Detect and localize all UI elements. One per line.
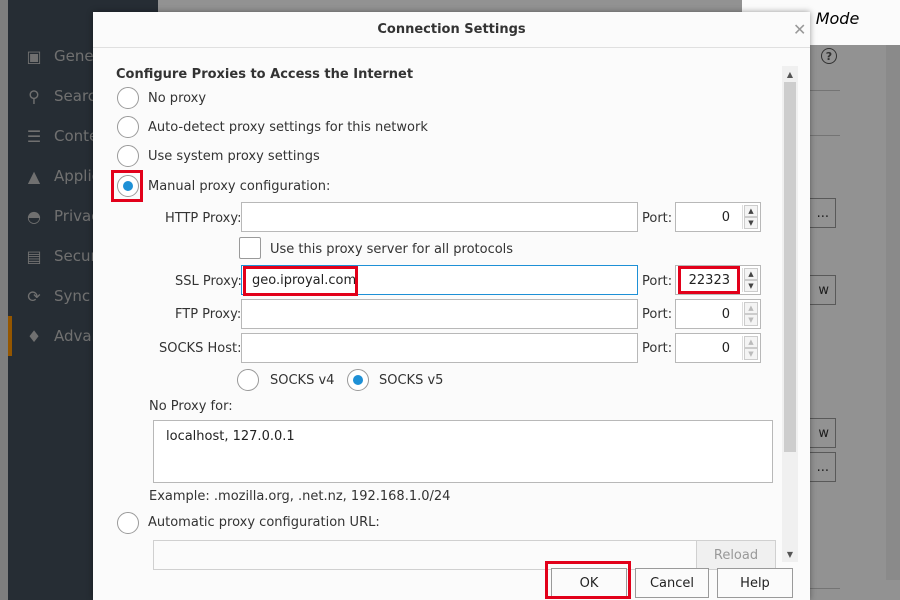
close-icon[interactable]: ✕ xyxy=(793,20,806,39)
decrement-icon[interactable]: ▼ xyxy=(744,314,758,326)
socks-host-label: SOCKS Host: xyxy=(159,341,242,356)
socks-port-value: 0 xyxy=(721,341,730,356)
ftp-port-label: Port: xyxy=(642,307,673,322)
ftp-proxy-label: FTP Proxy: xyxy=(175,307,242,322)
increment-icon[interactable]: ▲ xyxy=(744,336,758,348)
http-port-value: 0 xyxy=(721,210,730,225)
system-proxy-label: Use system proxy settings xyxy=(148,149,320,164)
page-scrollbar[interactable] xyxy=(886,45,900,580)
scroll-down-icon[interactable]: ▼ xyxy=(784,548,796,560)
ssl-port-value: 22323 xyxy=(688,273,730,288)
auto-config-url-label: Automatic proxy configuration URL: xyxy=(148,515,380,530)
ssl-proxy-input[interactable]: geo.iproyal.com xyxy=(241,265,638,295)
dialog-title: Connection Settings xyxy=(93,12,810,48)
ftp-port-stepper[interactable]: 0 ▲ ▼ xyxy=(675,299,761,329)
help-button[interactable]: Help xyxy=(717,568,793,598)
ssl-port-label: Port: xyxy=(642,274,673,289)
auto-config-url-input[interactable] xyxy=(153,540,773,570)
cancel-button[interactable]: Cancel xyxy=(635,568,709,598)
decrement-icon[interactable]: ▼ xyxy=(744,348,758,360)
ftp-port-value: 0 xyxy=(721,307,730,322)
ok-button[interactable]: OK xyxy=(551,568,627,598)
auto-detect-label: Auto-detect proxy settings for this netw… xyxy=(148,120,428,135)
use-for-all-label: Use this proxy server for all protocols xyxy=(270,242,514,257)
use-for-all-checkbox[interactable] xyxy=(239,237,261,259)
socks-host-input[interactable] xyxy=(241,333,638,363)
socks-v5-radio[interactable] xyxy=(347,369,369,391)
http-proxy-label: HTTP Proxy: xyxy=(165,211,242,226)
socks-v4-label: SOCKS v4 xyxy=(270,373,335,388)
section-heading: Configure Proxies to Access the Internet xyxy=(116,67,414,82)
decrement-icon[interactable]: ▼ xyxy=(744,217,758,229)
socks-port-label: Port: xyxy=(642,341,673,356)
connection-settings-dialog: Connection Settings ✕ Configure Proxies … xyxy=(93,12,810,600)
http-proxy-input[interactable] xyxy=(241,202,638,232)
ssl-port-stepper[interactable]: 22323 ▲ ▼ xyxy=(675,265,761,295)
ssl-proxy-label: SSL Proxy: xyxy=(175,274,242,289)
system-proxy-radio[interactable] xyxy=(117,145,139,167)
increment-icon[interactable]: ▲ xyxy=(744,302,758,314)
scroll-up-icon[interactable]: ▲ xyxy=(784,68,796,80)
no-proxy-for-label: No Proxy for: xyxy=(149,399,233,414)
manual-proxy-radio[interactable] xyxy=(117,175,139,197)
scroll-thumb[interactable] xyxy=(784,82,796,452)
example-hint: Example: .mozilla.org, .net.nz, 192.168.… xyxy=(149,489,451,504)
socks-port-stepper[interactable]: 0 ▲ ▼ xyxy=(675,333,761,363)
dialog-scrollbar[interactable]: ▲ ▼ xyxy=(782,66,798,562)
http-port-label: Port: xyxy=(642,211,673,226)
reload-button[interactable]: Reload xyxy=(696,540,776,570)
decrement-icon[interactable]: ▼ xyxy=(744,280,758,292)
no-proxy-label: No proxy xyxy=(148,91,207,106)
increment-icon[interactable]: ▲ xyxy=(744,268,758,280)
manual-proxy-label: Manual proxy configuration: xyxy=(148,179,331,194)
http-port-stepper[interactable]: 0 ▲ ▼ xyxy=(675,202,761,232)
socks-v5-label: SOCKS v5 xyxy=(379,373,444,388)
auto-config-url-radio[interactable] xyxy=(117,512,139,534)
no-proxy-radio[interactable] xyxy=(117,87,139,109)
socks-v4-radio[interactable] xyxy=(237,369,259,391)
auto-detect-radio[interactable] xyxy=(117,116,139,138)
increment-icon[interactable]: ▲ xyxy=(744,205,758,217)
ftp-proxy-input[interactable] xyxy=(241,299,638,329)
no-proxy-for-textarea[interactable]: localhost, 127.0.0.1 xyxy=(153,420,773,483)
